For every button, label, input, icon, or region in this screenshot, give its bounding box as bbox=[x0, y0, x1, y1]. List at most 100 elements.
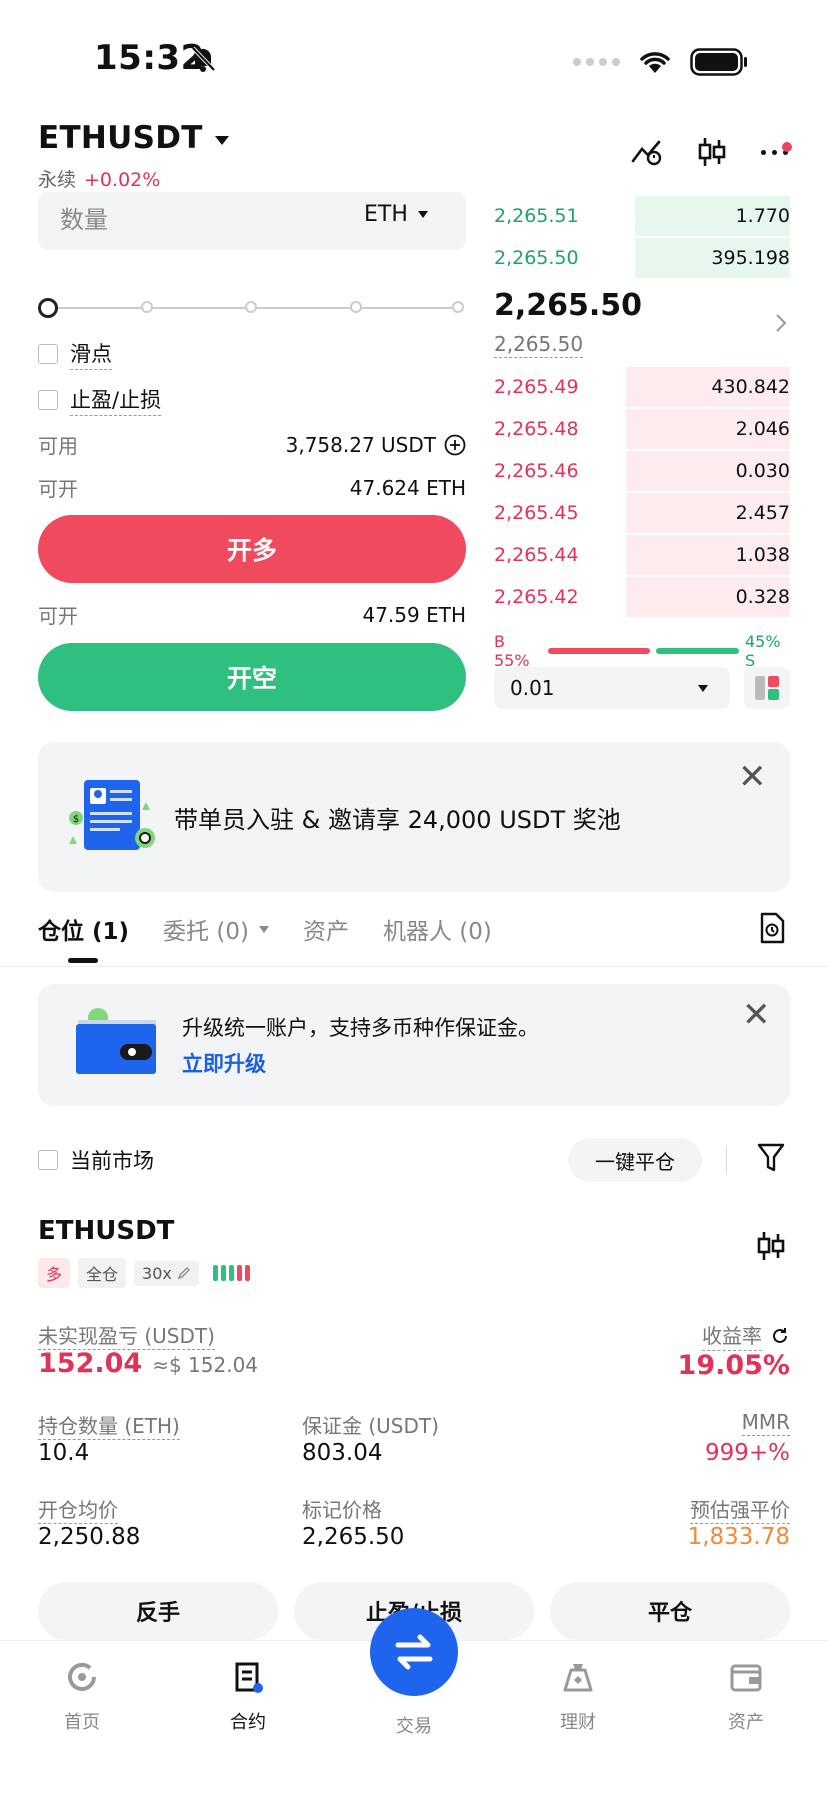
battery-icon bbox=[690, 48, 747, 76]
bid-price: 2,265.45 bbox=[494, 502, 579, 524]
history-icon[interactable] bbox=[758, 912, 786, 944]
last-price: 2,265.50 bbox=[494, 288, 643, 323]
margin-mode-badge: 全仓 bbox=[78, 1258, 127, 1288]
divider bbox=[0, 966, 828, 967]
roe-label: 收益率 bbox=[702, 1320, 762, 1351]
bid-price: 2,265.48 bbox=[494, 418, 579, 440]
bid-row[interactable]: 2,265.45 2.457 bbox=[494, 493, 790, 533]
edit-icon bbox=[177, 1267, 190, 1280]
close-icon[interactable]: ✕ bbox=[738, 760, 767, 794]
close-position-button[interactable]: 平仓 bbox=[550, 1582, 790, 1640]
nav-assets[interactable]: 资产 bbox=[686, 1660, 806, 1734]
ask-row[interactable]: 2,265.51 1.770 bbox=[494, 196, 790, 236]
open-long-button[interactable]: 开多 bbox=[38, 515, 466, 583]
slippage-option[interactable]: 滑点 bbox=[38, 338, 112, 370]
slider-stop[interactable] bbox=[141, 301, 153, 313]
mmr-value: 999+% bbox=[704, 1440, 790, 1466]
roe-label-row: 收益率 bbox=[702, 1320, 790, 1351]
direction-badge: 多 bbox=[38, 1258, 71, 1288]
nav-futures[interactable]: 合约 bbox=[188, 1660, 308, 1734]
available-row: 可用 3,758.27 USDT bbox=[38, 430, 466, 459]
tpsl-checkbox[interactable] bbox=[38, 390, 58, 410]
wallet-illustration-icon bbox=[76, 1008, 156, 1074]
pair-selector[interactable]: ETHUSDT bbox=[38, 120, 229, 156]
active-tab-indicator bbox=[68, 958, 98, 963]
chevron-down-icon bbox=[698, 684, 708, 692]
earn-icon bbox=[563, 1664, 593, 1692]
nav-trade-label: 交易 bbox=[396, 1716, 432, 1737]
close-all-button[interactable]: 一键平仓 bbox=[568, 1138, 702, 1182]
leverage-badge[interactable]: 30x bbox=[134, 1260, 199, 1286]
tab-assets[interactable]: 资产 bbox=[303, 912, 349, 946]
refresh-icon[interactable] bbox=[770, 1326, 790, 1346]
buy-sell-ratio: B 55% 45% S bbox=[494, 632, 792, 670]
tpsl-option[interactable]: 止盈/止损 bbox=[38, 384, 162, 416]
upgrade-text: 升级统一账户，支持多币种作保证金。 bbox=[182, 1016, 539, 1040]
bid-row[interactable]: 2,265.44 1.038 bbox=[494, 535, 790, 575]
open-long-row: 可开 47.624 ETH bbox=[38, 473, 466, 502]
position-symbol[interactable]: ETHUSDT bbox=[38, 1216, 174, 1246]
buy-ratio: B 55% bbox=[494, 632, 530, 670]
tab-bots[interactable]: 机器人 (0) bbox=[383, 912, 492, 946]
margin-label: 保证金 (USDT) bbox=[302, 1414, 439, 1438]
quantity-placeholder: 数量 bbox=[60, 206, 108, 234]
current-market-checkbox[interactable] bbox=[38, 1150, 58, 1170]
orderbook-layout-button[interactable] bbox=[744, 667, 790, 709]
upnl-value: 152.04 bbox=[38, 1348, 143, 1379]
signal-icon bbox=[573, 58, 620, 66]
margin-value: 803.04 bbox=[302, 1440, 383, 1466]
close-icon[interactable]: ✕ bbox=[742, 998, 771, 1032]
bid-price: 2,265.44 bbox=[494, 544, 579, 566]
nav-earn[interactable]: 理财 bbox=[518, 1660, 638, 1734]
bid-row[interactable]: 2,265.48 2.046 bbox=[494, 409, 790, 449]
slider-stop[interactable] bbox=[452, 301, 464, 313]
bid-row[interactable]: 2,265.46 0.030 bbox=[494, 451, 790, 491]
mark-price: 2,265.50 bbox=[494, 332, 584, 358]
bid-qty: 430.842 bbox=[711, 376, 790, 398]
bid-row[interactable]: 2,265.49 430.842 bbox=[494, 367, 790, 407]
open-short-button[interactable]: 开空 bbox=[38, 643, 466, 711]
bid-qty: 0.030 bbox=[735, 460, 790, 482]
size-value: 10.4 bbox=[38, 1440, 90, 1466]
open-short-label: 可开 bbox=[38, 604, 78, 628]
position-tabs: 仓位 (1) 委托 (0) 资产 机器人 (0) bbox=[38, 912, 492, 946]
tab-positions[interactable]: 仓位 (1) bbox=[38, 912, 129, 946]
bid-price: 2,265.46 bbox=[494, 460, 579, 482]
quantity-unit-select[interactable]: ETH bbox=[364, 202, 428, 227]
current-market-filter[interactable]: 当前市场 bbox=[38, 1145, 154, 1175]
slider-stop[interactable] bbox=[350, 301, 362, 313]
bid-qty: 2.046 bbox=[735, 418, 790, 440]
tab-orders[interactable]: 委托 (0) bbox=[163, 912, 269, 946]
slider-handle[interactable] bbox=[38, 298, 58, 318]
chevron-right-icon[interactable] bbox=[774, 312, 788, 334]
slippage-checkbox[interactable] bbox=[38, 344, 58, 364]
nav-home[interactable]: 首页 bbox=[22, 1660, 142, 1734]
trade-fab-button[interactable] bbox=[370, 1608, 458, 1696]
liq-label: 预估强平价 bbox=[690, 1498, 790, 1524]
nav-trade[interactable]: 交易 bbox=[354, 1712, 474, 1738]
reverse-button[interactable]: 反手 bbox=[38, 1582, 278, 1640]
ask-row[interactable]: 2,265.50 395.198 bbox=[494, 238, 790, 278]
bid-row[interactable]: 2,265.42 0.328 bbox=[494, 577, 790, 617]
swap-icon bbox=[395, 1634, 433, 1670]
price-alert-icon[interactable] bbox=[631, 137, 663, 167]
more-icon[interactable] bbox=[761, 141, 792, 155]
status-icons bbox=[573, 48, 748, 76]
upgrade-link[interactable]: 立即升级 bbox=[182, 1048, 266, 1078]
adl-indicator bbox=[212, 1265, 250, 1281]
position-tags: 多 全仓 30x bbox=[38, 1258, 250, 1288]
filter-icon[interactable] bbox=[756, 1142, 786, 1174]
price-step-select[interactable]: 0.01 bbox=[494, 667, 730, 709]
candlestick-icon[interactable] bbox=[697, 136, 727, 168]
slider-stop[interactable] bbox=[245, 301, 257, 313]
entry-label: 开仓均价 bbox=[38, 1498, 118, 1524]
candlestick-icon[interactable] bbox=[756, 1230, 786, 1262]
mmr-label: MMR bbox=[741, 1410, 790, 1436]
orderbook-layout-icon bbox=[755, 676, 779, 700]
upnl-approx: ≈$ 152.04 bbox=[152, 1353, 259, 1377]
wifi-icon bbox=[640, 52, 670, 73]
nav-home-label: 首页 bbox=[64, 1712, 100, 1733]
price-step-value: 0.01 bbox=[510, 676, 555, 700]
futures-icon bbox=[235, 1662, 263, 1693]
add-circle-icon[interactable] bbox=[444, 434, 466, 456]
